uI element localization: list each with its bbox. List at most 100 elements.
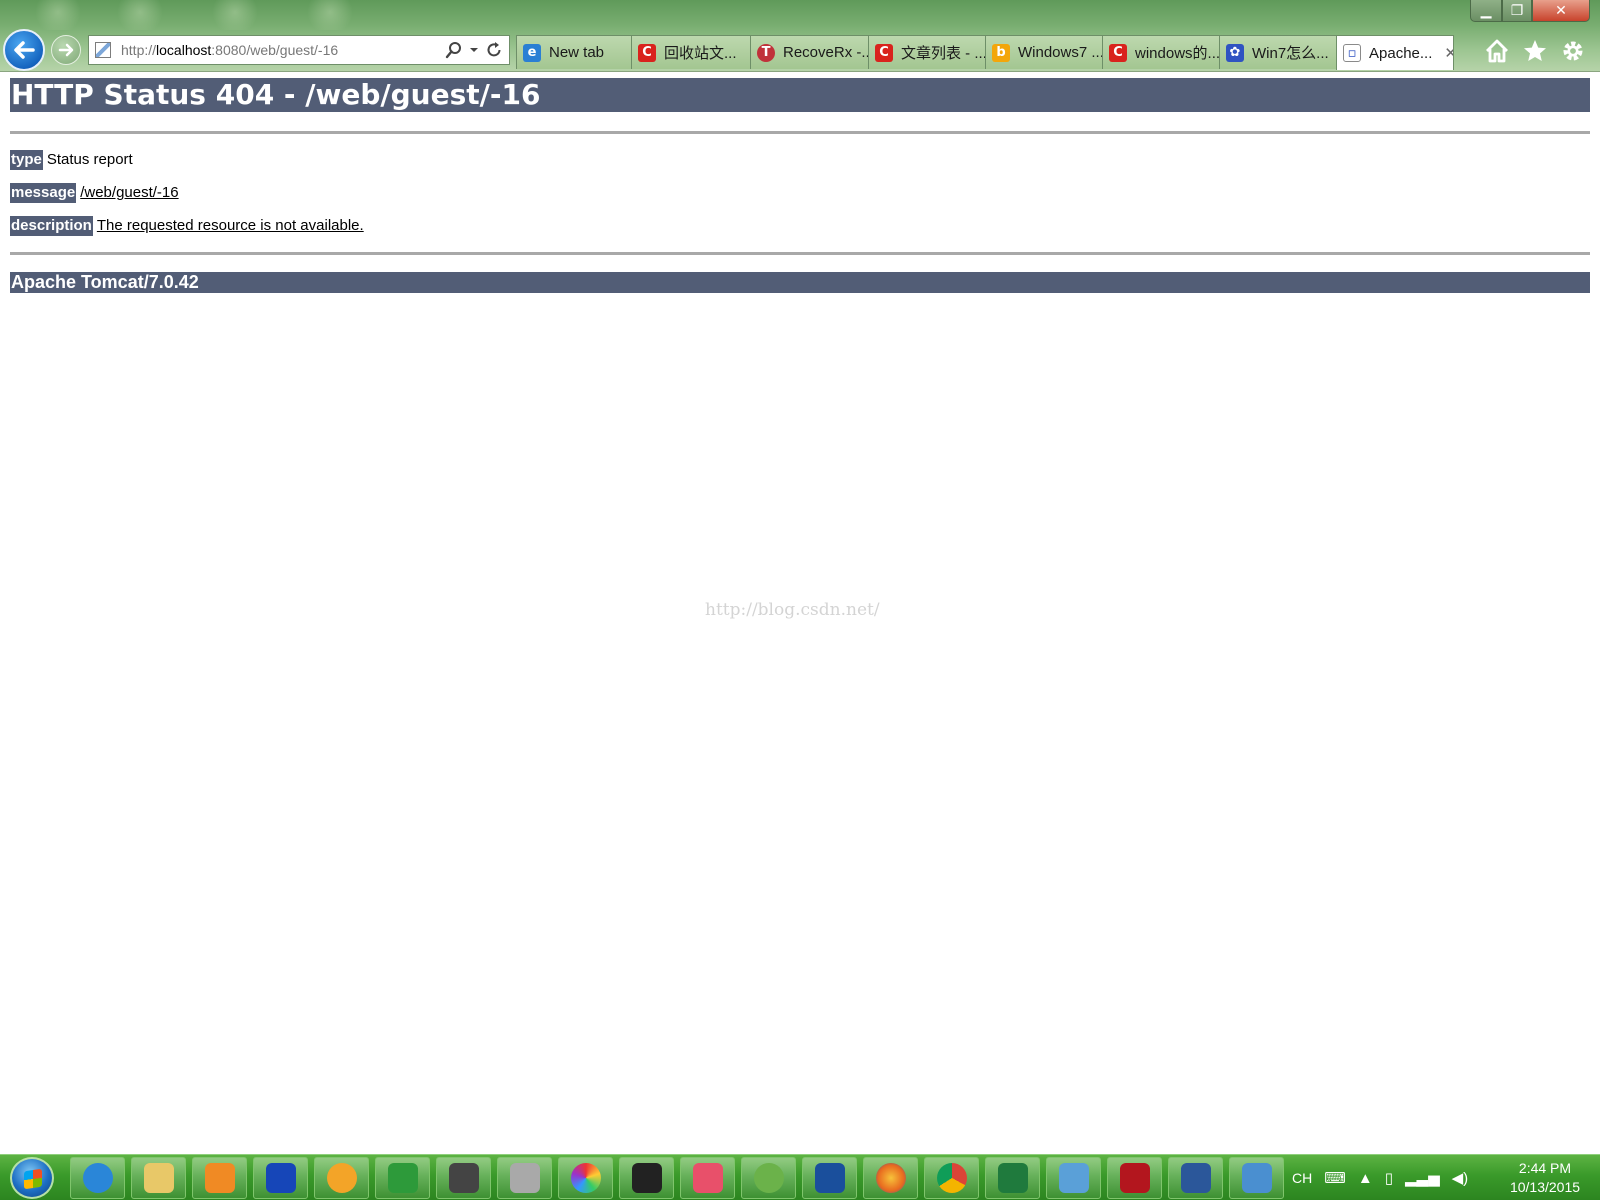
tab-apache[interactable]: ▫ Apache... ✕ <box>1336 35 1454 70</box>
taskbar-app-toad[interactable] <box>741 1157 796 1199</box>
message-label: message <box>10 183 77 203</box>
address-actions <box>445 41 503 59</box>
taskbar-app-split[interactable] <box>802 1157 857 1199</box>
blue-app-icon <box>265 1163 296 1193</box>
favorites-star-icon[interactable] <box>1522 38 1548 64</box>
baidu-tab-icon: ✿ <box>1226 43 1244 62</box>
address-url[interactable]: http://localhost:8080/web/guest/-16 <box>121 42 445 58</box>
dropdown-icon[interactable] <box>469 45 479 55</box>
tab-windows-de[interactable]: C windows的... <box>1102 35 1220 69</box>
message-row: message/web/guest/-16 <box>10 183 1590 203</box>
tab-label: windows的... <box>1135 45 1220 62</box>
server-footer: Apache Tomcat/7.0.42 <box>10 272 1590 293</box>
tab-recoverx[interactable]: T RecoveRx -... <box>750 35 869 69</box>
window-controls: ▁ ❐ ✕ <box>1470 0 1590 22</box>
bing-tab-icon: b <box>992 43 1010 62</box>
back-button[interactable] <box>3 29 45 71</box>
taskbar-app-green[interactable] <box>375 1157 430 1199</box>
tab-strip: e New tab C 回收站文... T RecoveRx -... C 文章… <box>516 35 1454 70</box>
restore-button[interactable]: ❐ <box>1502 0 1532 22</box>
orange-app-icon <box>326 1163 357 1193</box>
home-icon[interactable] <box>1484 38 1510 64</box>
toad-icon <box>753 1163 784 1193</box>
type-value: Status report <box>46 151 133 168</box>
forward-button[interactable] <box>51 35 81 65</box>
drive-lock-icon <box>509 1163 540 1193</box>
system-tray: CH ⌨ ▲ ▯ ▂▃▅ ◀) <box>1292 1155 1468 1200</box>
csdn-tab-icon: C <box>875 43 893 62</box>
tab-label: Win7怎么... <box>1252 45 1329 62</box>
tab-label: Windows7 ... <box>1018 44 1103 61</box>
tab-article-list[interactable]: C 文章列表 - ... <box>868 35 986 69</box>
settings-gear-icon[interactable] <box>1560 38 1586 64</box>
taskbar-app-drive-lock[interactable] <box>497 1157 552 1199</box>
tab-new-tab[interactable]: e New tab <box>516 35 632 69</box>
type-row: type Status report <box>10 150 1590 170</box>
taskbar-app-paint[interactable] <box>1046 1157 1101 1199</box>
taskbar-app-orange[interactable] <box>314 1157 369 1199</box>
description-value: The requested resource is not available. <box>96 217 364 234</box>
chrome-decoration <box>300 0 360 30</box>
csdn-tab-icon: C <box>1109 43 1127 62</box>
description-label: description <box>10 216 93 236</box>
word-icon <box>1180 1163 1211 1193</box>
keyboard-icon[interactable]: ⌨ <box>1324 1169 1346 1187</box>
taskbar: CH ⌨ ▲ ▯ ▂▃▅ ◀) 2:44 PM 10/13/2015 <box>0 1154 1600 1200</box>
refresh-icon[interactable] <box>485 41 503 59</box>
taskbar-app-media-player[interactable] <box>192 1157 247 1199</box>
page-tab-icon: ▫ <box>1343 44 1361 62</box>
tab-win7-how[interactable]: ✿ Win7怎么... <box>1219 35 1337 69</box>
taskbar-app-pink[interactable] <box>680 1157 735 1199</box>
tab-windows7[interactable]: b Windows7 ... <box>985 35 1103 69</box>
show-hidden-icons-icon[interactable]: ▲ <box>1358 1170 1373 1187</box>
split-app-icon <box>814 1163 845 1193</box>
dxo-viewpoint-icon <box>631 1163 662 1193</box>
battery-icon[interactable]: ▯ <box>1385 1169 1393 1187</box>
divider <box>10 252 1590 255</box>
divider <box>10 131 1590 134</box>
taskbar-app-chrome[interactable] <box>924 1157 979 1199</box>
hypercam-icon <box>448 1163 479 1193</box>
media-player-icon <box>204 1163 235 1193</box>
transcend-tab-icon: T <box>757 43 775 62</box>
taskbar-app-internet-explorer[interactable] <box>70 1157 125 1199</box>
description-row: description The requested resource is not… <box>10 216 1590 236</box>
language-indicator[interactable]: CH <box>1292 1170 1312 1186</box>
network-icon[interactable]: ▂▃▅ <box>1405 1169 1440 1187</box>
error-page: HTTP Status 404 - /web/guest/-16 type Sta… <box>10 78 1590 293</box>
watermark: http://blog.csdn.net/ <box>705 600 880 620</box>
volume-icon[interactable]: ◀) <box>1452 1169 1469 1187</box>
tab-recycle[interactable]: C 回收站文... <box>631 35 751 69</box>
ie-tab-icon: e <box>523 43 541 62</box>
close-tab-icon[interactable]: ✕ <box>1444 44 1453 62</box>
taskbar-app-hypercam[interactable] <box>436 1157 491 1199</box>
taskbar-app-word[interactable] <box>1168 1157 1223 1199</box>
chrome-decoration <box>110 0 170 30</box>
green-app-icon <box>387 1163 418 1193</box>
minimize-button[interactable]: ▁ <box>1470 0 1502 22</box>
color-wheel-icon <box>570 1163 601 1193</box>
taskbar-app-color-wheel[interactable] <box>558 1157 613 1199</box>
close-window-button[interactable]: ✕ <box>1532 0 1590 22</box>
tab-label: RecoveRx -... <box>783 44 869 61</box>
clock[interactable]: 2:44 PM 10/13/2015 <box>1500 1159 1590 1197</box>
address-bar[interactable]: http://localhost:8080/web/guest/-16 <box>88 35 510 65</box>
tab-label: Apache... <box>1369 44 1433 62</box>
taskbar-app-acrobat[interactable] <box>1107 1157 1162 1199</box>
forward-arrow-icon <box>58 43 74 57</box>
taskbar-app-firefox[interactable] <box>863 1157 918 1199</box>
taskbar-app-dxo[interactable] <box>619 1157 674 1199</box>
start-button[interactable] <box>10 1157 54 1199</box>
tab-label: 回收站文... <box>664 45 737 62</box>
taskbar-apps <box>70 1157 1284 1199</box>
excel-icon <box>997 1163 1028 1193</box>
clock-time: 2:44 PM <box>1518 1160 1572 1176</box>
remote-desktop-icon <box>1241 1163 1272 1193</box>
page-icon <box>95 42 111 58</box>
taskbar-app-file-explorer[interactable] <box>131 1157 186 1199</box>
taskbar-app-blue[interactable] <box>253 1157 308 1199</box>
chrome-decoration <box>28 0 88 30</box>
taskbar-app-remote-desktop[interactable] <box>1229 1157 1284 1199</box>
taskbar-app-excel[interactable] <box>985 1157 1040 1199</box>
search-icon[interactable] <box>445 41 463 59</box>
